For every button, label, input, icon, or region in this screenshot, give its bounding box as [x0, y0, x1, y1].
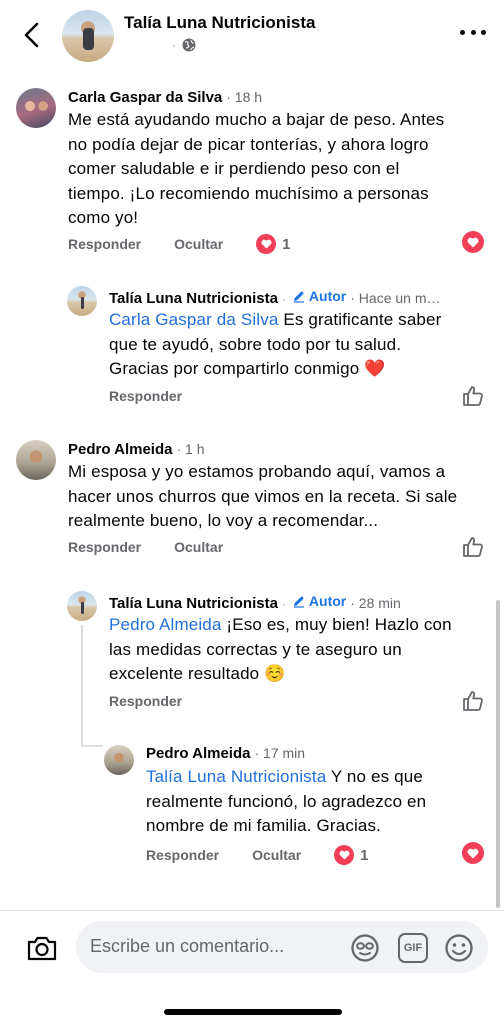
- comment-actions: Responder Ocultar 1: [68, 234, 290, 254]
- reply-button[interactable]: Responder: [109, 693, 182, 709]
- author-badge: Autor: [292, 288, 346, 304]
- avatar[interactable]: [16, 440, 56, 480]
- mention-link[interactable]: Pedro Almeida: [109, 615, 222, 634]
- comment-text: Me está ayudando mucho a bajar de peso. …: [68, 110, 445, 227]
- comment-meta: Talía Luna Nutricionista · Autor · 28 mi…: [109, 593, 401, 612]
- comment-time: · 17 min: [254, 745, 306, 761]
- comment-actions: Responder: [109, 388, 182, 404]
- gif-button[interactable]: GIF: [398, 933, 428, 963]
- avatar[interactable]: [16, 88, 56, 128]
- comment-text: Carla Gaspar da Silva Es gratificante sa…: [109, 310, 442, 378]
- comment-actions: Responder Ocultar 1: [146, 845, 368, 865]
- comment-author-name[interactable]: Carla Gaspar da Silva: [68, 89, 222, 106]
- comment-time: · 1 h: [176, 441, 205, 457]
- thumbs-up-icon[interactable]: [461, 535, 485, 559]
- comment-meta: Carla Gaspar da Silva · 18 h: [68, 89, 262, 106]
- author-badge: Autor: [292, 593, 346, 609]
- comment-meta: Pedro Almeida · 1 h: [68, 441, 205, 458]
- comment-input[interactable]: Escribe un comentario... GIF: [76, 921, 488, 973]
- separator-dot: ·: [172, 38, 176, 52]
- pencil-icon: [293, 596, 304, 608]
- post-header: Talía Luna Nutricionista ·: [0, 0, 504, 70]
- hide-button[interactable]: Ocultar: [252, 847, 301, 863]
- hide-button[interactable]: Ocultar: [174, 236, 223, 252]
- comment-author-name[interactable]: Talía Luna Nutricionista: [109, 595, 278, 612]
- reaction-count[interactable]: 1: [256, 234, 290, 254]
- comment-actions: Responder: [109, 693, 182, 709]
- back-chevron-icon[interactable]: [18, 18, 46, 52]
- hide-button[interactable]: Ocultar: [174, 539, 223, 555]
- camera-icon[interactable]: [26, 934, 58, 962]
- sticker-icon[interactable]: [350, 933, 380, 963]
- comment-author-name[interactable]: Talía Luna Nutricionista: [109, 290, 278, 307]
- pencil-icon: [293, 291, 304, 303]
- home-indicator: [164, 1009, 342, 1015]
- comment-text: Talía Luna Nutricionista Y no es que rea…: [146, 767, 427, 835]
- comment-meta: Talía Luna Nutricionista · Autor · Hace …: [109, 288, 441, 307]
- page-avatar[interactable]: [62, 10, 114, 62]
- avatar[interactable]: [67, 591, 97, 621]
- page-title[interactable]: Talía Luna Nutricionista: [124, 13, 315, 33]
- comment-actions: Responder Ocultar: [68, 539, 223, 555]
- heart-reaction-icon[interactable]: [462, 231, 484, 253]
- mention-link[interactable]: Talía Luna Nutricionista: [146, 767, 326, 786]
- comment-author-name[interactable]: Pedro Almeida: [68, 441, 172, 458]
- heart-icon: [334, 845, 355, 865]
- mention-link[interactable]: Carla Gaspar da Silva: [109, 310, 278, 329]
- more-options-icon[interactable]: [460, 30, 486, 38]
- thumbs-up-icon[interactable]: [461, 384, 485, 408]
- thread-line: [81, 625, 83, 747]
- comment-author-name[interactable]: Pedro Almeida: [146, 745, 250, 762]
- comment-time: · 18 h: [226, 89, 263, 105]
- reply-button[interactable]: Responder: [109, 388, 182, 404]
- avatar[interactable]: [67, 286, 97, 316]
- comment-time: · 28 min: [350, 595, 401, 611]
- comment-meta: Pedro Almeida · 17 min: [146, 745, 305, 762]
- globe-icon: [182, 38, 196, 52]
- comment-text: Pedro Almeida ¡Eso es, muy bien! Hazlo c…: [109, 615, 452, 683]
- comment-input-placeholder: Escribe un comentario...: [90, 936, 285, 956]
- reply-button[interactable]: Responder: [146, 847, 219, 863]
- comment-time: · Hace un m…: [350, 290, 441, 306]
- comment-text: Mi esposa y yo estamos probando aquí, va…: [68, 462, 458, 530]
- comment-composer: Escribe un comentario... GIF: [0, 910, 504, 1024]
- scrollbar[interactable]: [496, 600, 500, 908]
- reply-button[interactable]: Responder: [68, 236, 141, 252]
- emoji-icon[interactable]: [444, 933, 474, 963]
- heart-icon: [256, 234, 277, 254]
- reaction-count[interactable]: 1: [334, 845, 368, 865]
- reply-button[interactable]: Responder: [68, 539, 141, 555]
- post-meta: ·: [172, 38, 196, 52]
- thread-line: [81, 745, 103, 747]
- avatar[interactable]: [104, 745, 134, 775]
- heart-reaction-icon[interactable]: [462, 842, 484, 864]
- thumbs-up-icon[interactable]: [461, 689, 485, 713]
